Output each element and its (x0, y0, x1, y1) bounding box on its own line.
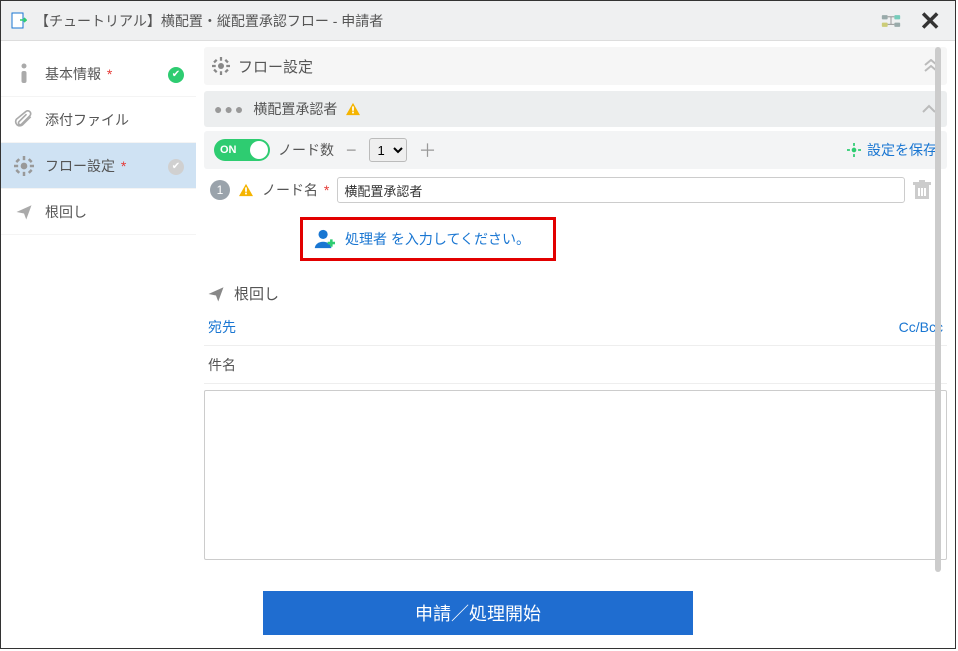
approver-group-bar[interactable]: ●●● 横配置承認者 (204, 91, 947, 127)
decrement-button[interactable]: − (342, 140, 361, 161)
submit-button[interactable]: 申請／処理開始 (263, 591, 693, 635)
sidebar-item-label: 基本情報 * (45, 64, 112, 84)
window-header: 【チュートリアル】横配置・縦配置承認フロー - 申請者 ✕ (1, 1, 955, 41)
flow-settings-section: フロー設定 ●●● 横配置承認者 (204, 47, 947, 261)
gear-icon (212, 57, 230, 75)
add-processor-button[interactable]: 処理者 を入力してください。 (300, 217, 556, 261)
save-settings-link[interactable]: 設定を保存 (847, 140, 937, 160)
node-count-label: ノード数 (278, 140, 334, 160)
node-number-badge: 1 (210, 180, 230, 200)
footer: 申請／処理開始 (1, 578, 955, 648)
approver-group-label: 横配置承認者 (253, 99, 337, 119)
add-person-icon (313, 228, 335, 250)
sidebar-item-attachments[interactable]: 添付ファイル (1, 97, 196, 143)
section-title: フロー設定 (238, 56, 313, 77)
flow-section-header: フロー設定 (204, 47, 947, 85)
negawashi-section: 根回し 宛先 Cc/Bcc 件名 (204, 279, 947, 560)
sidebar-item-flow-settings[interactable]: フロー設定 * ✔ (1, 143, 196, 189)
node-enable-toggle[interactable]: ON (214, 139, 270, 161)
sidebar-item-label: フロー設定 * (45, 156, 126, 176)
node-count-bar: ON ノード数 − 1 ＋ 設定を保存 (204, 131, 947, 169)
paperclip-icon (13, 110, 35, 130)
node-name-input[interactable] (337, 177, 905, 203)
sidebar-item-basic-info[interactable]: 基本情報 * ✔ (1, 51, 196, 97)
dots-icon: ●●● (214, 101, 245, 117)
negawashi-title: 根回し (234, 283, 279, 304)
sidebar-item-label: 根回し (45, 202, 87, 222)
document-icon (11, 12, 27, 30)
main-content: フロー設定 ●●● 横配置承認者 (196, 41, 955, 578)
status-pending-icon: ✔ (168, 159, 184, 175)
scrollbar[interactable] (935, 47, 941, 572)
negawashi-header: 根回し (204, 279, 947, 308)
sidebar-item-label: 添付ファイル (45, 110, 129, 130)
recipient-row[interactable]: 宛先 Cc/Bcc (204, 308, 947, 346)
paper-plane-icon (13, 203, 35, 221)
gear-icon (13, 156, 35, 176)
paper-plane-icon (206, 285, 226, 303)
close-button[interactable]: ✕ (915, 8, 945, 34)
info-icon (13, 63, 35, 85)
warning-icon (345, 102, 361, 116)
sidebar-item-negawashi[interactable]: 根回し (1, 189, 196, 235)
to-field-label[interactable]: 宛先 (208, 317, 236, 337)
node-count-select[interactable]: 1 (369, 138, 407, 162)
window-title: 【チュートリアル】横配置・縦配置承認フロー - 申請者 (35, 11, 881, 31)
status-ok-icon: ✔ (168, 67, 184, 83)
node-name-label: ノード名 * (262, 180, 329, 200)
flow-diagram-icon[interactable] (881, 13, 901, 29)
message-body-textarea[interactable] (204, 390, 947, 560)
subject-label: 件名 (208, 355, 236, 375)
processor-prompt-text: 処理者 を入力してください。 (345, 229, 530, 249)
sidebar: 基本情報 * ✔ 添付ファイル フロー設定 * ✔ 根回 (1, 41, 196, 578)
subject-row[interactable]: 件名 (204, 346, 947, 384)
increment-button[interactable]: ＋ (415, 137, 441, 163)
node-row: 1 ノード名 * (204, 169, 947, 211)
warning-icon (238, 183, 254, 197)
